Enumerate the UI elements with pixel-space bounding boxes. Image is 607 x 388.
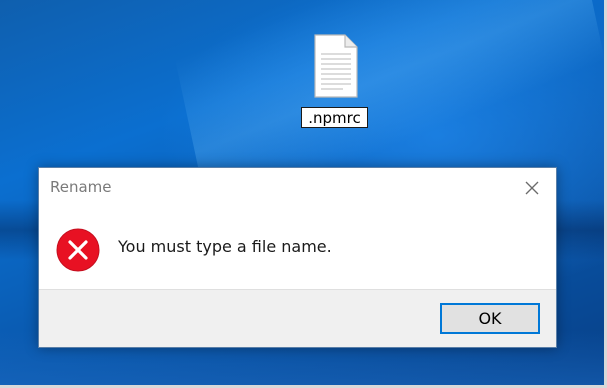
close-icon[interactable]	[522, 178, 542, 198]
error-message: You must type a file name.	[118, 237, 332, 256]
dialog-footer: OK	[39, 289, 556, 347]
file-name-edit-field[interactable]: .npmrc	[301, 107, 368, 128]
rename-dialog: Rename You must type a file name. OK	[38, 167, 557, 348]
error-icon	[56, 228, 100, 272]
dialog-titlebar[interactable]: Rename	[39, 168, 556, 208]
ok-button[interactable]: OK	[440, 303, 540, 334]
dialog-body: You must type a file name.	[39, 208, 556, 290]
dialog-title: Rename	[50, 178, 112, 196]
text-file-icon[interactable]	[313, 34, 359, 98]
